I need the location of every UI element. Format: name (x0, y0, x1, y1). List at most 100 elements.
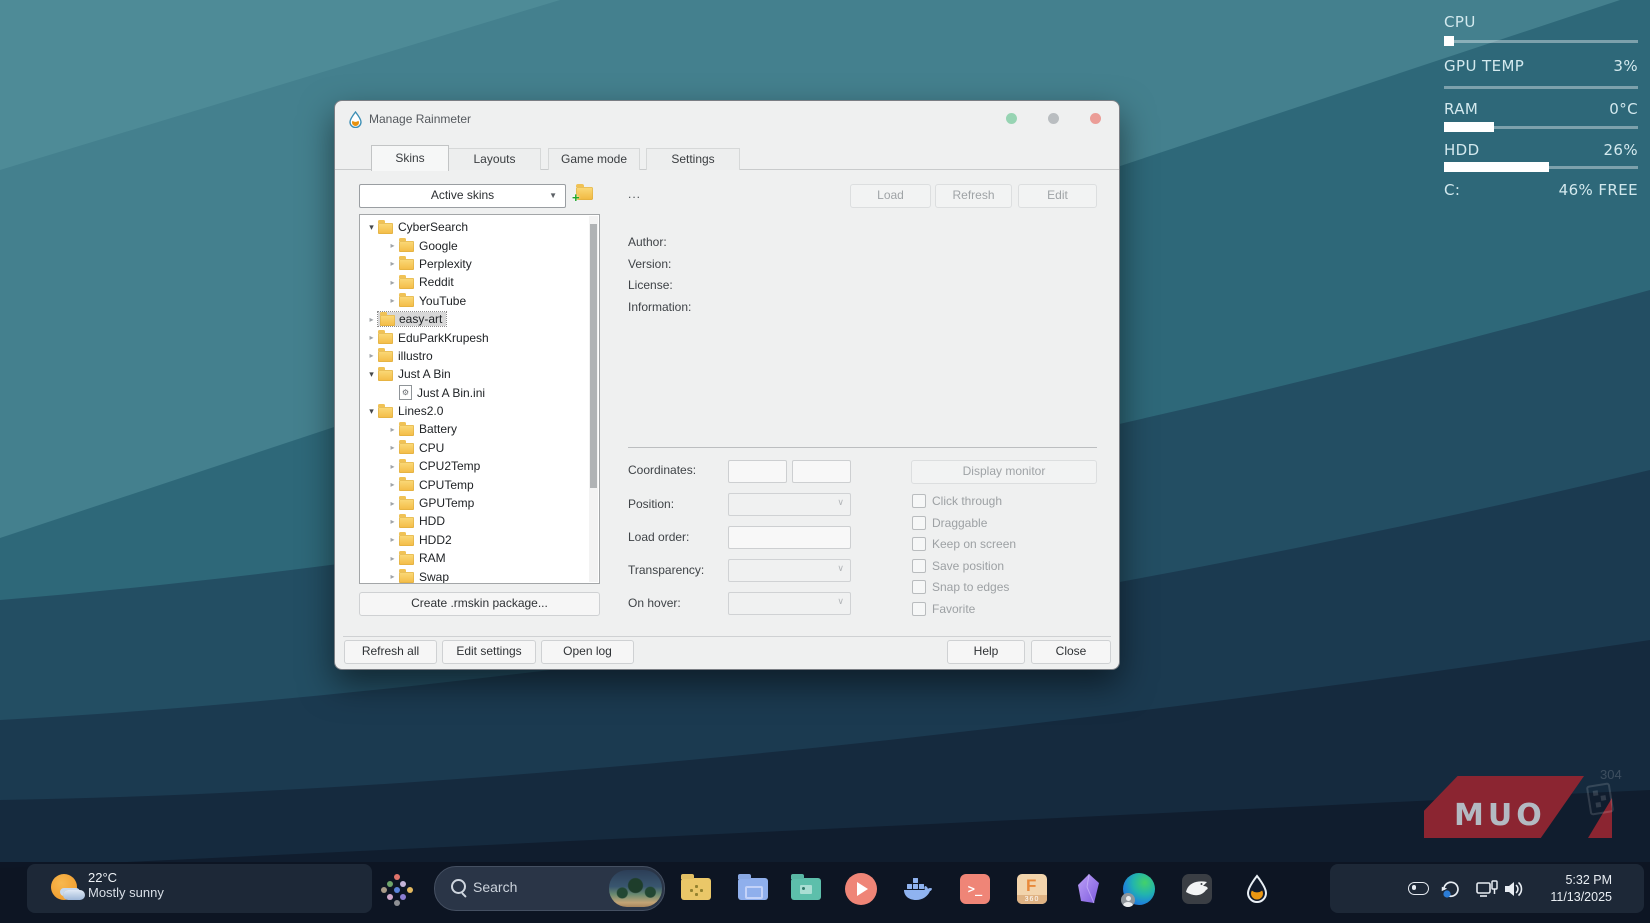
weather-condition: Mostly sunny (88, 885, 164, 900)
eagle-app-icon[interactable] (1180, 872, 1214, 906)
tree-item[interactable]: ▸RAM (360, 549, 599, 567)
tab-settings[interactable]: Settings (646, 148, 740, 170)
tree-item[interactable]: ▸HDD (360, 512, 599, 530)
tree-item[interactable]: ▸CPU2Temp (360, 457, 599, 475)
transparency-dropdown[interactable]: ∨ (728, 559, 851, 582)
save-position-checkbox[interactable] (912, 559, 926, 573)
weather-widget[interactable]: 22°C Mostly sunny (27, 864, 372, 913)
refresh-button[interactable]: Refresh (935, 184, 1012, 208)
tree-item[interactable]: ▸Battery (360, 420, 599, 438)
expand-arrow-icon[interactable]: ▸ (386, 517, 399, 526)
expand-arrow-icon[interactable]: ▸ (365, 333, 378, 342)
coordinate-x-input[interactable] (728, 460, 787, 483)
coordinate-y-input[interactable] (792, 460, 851, 483)
window-close-button[interactable] (1090, 113, 1101, 124)
ethernet-icon[interactable] (1476, 880, 1498, 903)
docker-icon[interactable] (901, 872, 935, 906)
tree-item-selected[interactable]: ▸easy-art (360, 310, 599, 328)
expand-arrow-icon[interactable]: ▸ (386, 535, 399, 544)
expand-arrow-icon[interactable]: ▸ (365, 315, 378, 324)
load-button[interactable]: Load (850, 184, 931, 208)
favorite-checkbox[interactable] (912, 602, 926, 616)
tree-item[interactable]: ▸Swap (360, 567, 599, 584)
close-button[interactable]: Close (1031, 640, 1111, 664)
tree-item[interactable]: ▸CPUTemp (360, 475, 599, 493)
tab-layouts[interactable]: Layouts (448, 148, 541, 170)
sync-icon[interactable] (1440, 877, 1462, 904)
expand-arrow-icon[interactable]: ▸ (386, 572, 399, 581)
tree-item[interactable]: ▾Lines2.0 (360, 402, 599, 420)
position-dropdown[interactable]: ∨ (728, 493, 851, 516)
load-order-input[interactable] (728, 526, 851, 549)
tree-item[interactable]: ⚙Just A Bin.ini (360, 384, 599, 402)
search-highlight-image[interactable] (609, 870, 662, 907)
tree-item[interactable]: ▸EduParkKrupesh (360, 328, 599, 346)
clock[interactable]: 5:32 PM 11/13/2025 (1550, 872, 1612, 906)
edge-browser-icon[interactable] (1122, 872, 1156, 906)
open-log-button[interactable]: Open log (541, 640, 634, 664)
refresh-all-button[interactable]: Refresh all (344, 640, 437, 664)
on-hover-dropdown[interactable]: ∨ (728, 592, 851, 615)
blue-folder-app-icon[interactable] (736, 872, 770, 906)
toggle-switch-icon[interactable] (1408, 882, 1429, 895)
tree-item[interactable]: ▸Reddit (360, 273, 599, 291)
display-monitor-button[interactable]: Display monitor (911, 460, 1097, 484)
search-box[interactable]: Search (434, 866, 665, 911)
snap-to-edges-checkbox[interactable] (912, 580, 926, 594)
collapse-arrow-icon[interactable]: ▾ (365, 222, 378, 233)
skins-filter-dropdown[interactable]: Active skins ▼ (359, 184, 566, 208)
collapse-arrow-icon[interactable]: ▾ (365, 406, 378, 417)
keep-on-screen-checkbox[interactable] (912, 537, 926, 551)
edit-button[interactable]: Edit (1018, 184, 1097, 208)
collapse-arrow-icon[interactable]: ▾ (365, 369, 378, 380)
start-dot (394, 900, 400, 906)
window-minimize-button[interactable] (1006, 113, 1017, 124)
expand-arrow-icon[interactable]: ▸ (386, 443, 399, 452)
tree-item[interactable]: ▸YouTube (360, 292, 599, 310)
expand-arrow-icon[interactable]: ▸ (386, 278, 399, 287)
help-button[interactable]: Help (947, 640, 1025, 664)
expand-arrow-icon[interactable]: ▸ (365, 351, 378, 360)
rainmeter-icon[interactable] (1240, 872, 1274, 906)
expand-arrow-icon[interactable]: ▸ (386, 499, 399, 508)
fusion-360-icon[interactable]: F360 (1015, 872, 1049, 906)
edit-settings-button[interactable]: Edit settings (442, 640, 536, 664)
tree-item[interactable]: ▸CPU (360, 439, 599, 457)
window-maximize-button[interactable] (1048, 113, 1059, 124)
expand-arrow-icon[interactable]: ▸ (386, 425, 399, 434)
tab-skins[interactable]: Skins (371, 145, 449, 171)
tree-item[interactable]: ▸illustro (360, 347, 599, 365)
system-tray[interactable]: 5:32 PM 11/13/2025 (1330, 864, 1644, 913)
scrollbar-thumb[interactable] (590, 224, 597, 488)
meter-bar-ram (1444, 122, 1638, 132)
tree-item[interactable]: ▾Just A Bin (360, 365, 599, 383)
teal-folder-app-icon[interactable] (789, 872, 823, 906)
media-player-icon[interactable] (844, 872, 878, 906)
tree-item[interactable]: ▾CyberSearch (360, 218, 599, 236)
tree-item[interactable]: ▸Perplexity (360, 255, 599, 273)
start-button[interactable] (380, 873, 413, 906)
expand-arrow-icon[interactable]: ▸ (386, 554, 399, 563)
tab-game-mode[interactable]: Game mode (548, 148, 640, 170)
checkbox-row: Snap to edges (912, 579, 1009, 595)
draggable-checkbox[interactable] (912, 516, 926, 530)
expand-arrow-icon[interactable]: ▸ (386, 462, 399, 471)
terminal-icon[interactable]: >_ (958, 872, 992, 906)
obsidian-icon[interactable] (1071, 872, 1105, 906)
click-through-checkbox[interactable] (912, 494, 926, 508)
tree-item[interactable]: ▸Google (360, 236, 599, 254)
skins-tree[interactable]: ▾CyberSearch ▸Google ▸Perplexity ▸Reddit… (359, 214, 600, 584)
volume-icon[interactable] (1503, 879, 1525, 904)
yellow-folder-app-icon[interactable] (679, 872, 713, 906)
folder-icon (399, 259, 414, 270)
expand-arrow-icon[interactable]: ▸ (386, 241, 399, 250)
expand-arrow-icon[interactable]: ▸ (386, 480, 399, 489)
create-rmskin-package-button[interactable]: Create .rmskin package... (359, 592, 600, 616)
expand-arrow-icon[interactable]: ▸ (386, 259, 399, 268)
tree-item[interactable]: ▸GPUTemp (360, 494, 599, 512)
create-new-skin-icon[interactable] (576, 187, 593, 200)
expand-arrow-icon[interactable]: ▸ (386, 296, 399, 305)
tree-item[interactable]: ▸HDD2 (360, 531, 599, 549)
tree-scrollbar[interactable] (589, 216, 598, 582)
folder-icon (380, 315, 395, 326)
